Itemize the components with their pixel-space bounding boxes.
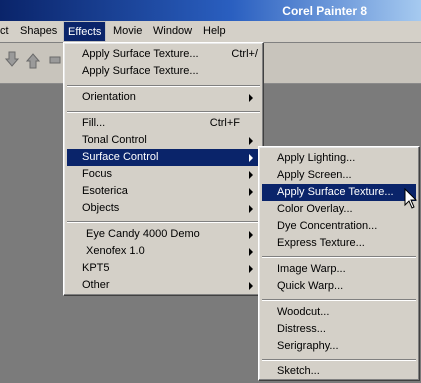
submenu-arrow-icon [249, 188, 253, 196]
surface-express-texture[interactable]: Express Texture... [262, 235, 416, 252]
surface-serigraphy[interactable]: Serigraphy... [262, 338, 416, 355]
mouse-pointer-icon [404, 188, 418, 209]
effects-orientation[interactable]: Orientation [67, 89, 260, 106]
surface-distress[interactable]: Distress... [262, 321, 416, 338]
submenu-arrow-icon [249, 154, 253, 162]
submenu-arrow-icon [249, 248, 253, 256]
window-title: Corel Painter 8 [282, 4, 367, 18]
menu-separator [262, 359, 416, 361]
menu-item-label: Fill... [82, 117, 106, 129]
menu-item-label: Tonal Control [82, 134, 147, 146]
submenu-arrow-icon [249, 265, 253, 273]
menu-item-label: Xenofex 1.0 [86, 245, 145, 257]
effects-tonal-control[interactable]: Tonal Control [67, 132, 260, 149]
menu-item-label: Serigraphy... [277, 340, 339, 352]
surface-dye-concentration[interactable]: Dye Concentration... [262, 218, 416, 235]
menu-item-label: Esoterica [82, 185, 128, 197]
menu-item-shortcut: Ctrl+F [209, 117, 240, 129]
surface-apply-surface-texture[interactable]: Apply Surface Texture... [262, 184, 416, 201]
submenu-arrow-icon [249, 282, 253, 290]
menu-item-label: Objects [82, 202, 120, 214]
menu-item-label: Apply Screen... [277, 169, 352, 181]
menu-item-label: Apply Surface Texture... [277, 186, 394, 198]
menu-effects[interactable]: Effects [63, 21, 107, 42]
submenu-arrow-icon [249, 205, 253, 213]
menu-item-label: Apply Surface Texture... [82, 65, 199, 77]
menu-item-label: Eye Candy 4000 Demo [86, 228, 200, 240]
stamp-up-icon[interactable] [25, 51, 41, 69]
menu-item-label: Color Overlay... [277, 203, 353, 215]
menu-bar: ct Shapes Effects Movie Window Help [0, 21, 421, 43]
surface-control-submenu: Apply Lighting... Apply Screen... Apply … [258, 146, 420, 381]
menu-shapes[interactable]: Shapes [16, 21, 61, 42]
menu-item-label: KPT5 [82, 262, 110, 274]
menu-item-shortcut: Ctrl+/ [231, 48, 258, 60]
tool-partial-icon[interactable] [48, 51, 62, 69]
effects-other[interactable]: Other [67, 277, 260, 294]
menu-separator [67, 85, 260, 87]
effects-objects[interactable]: Objects [67, 200, 260, 217]
effects-surface-control[interactable]: Surface Control [67, 149, 260, 166]
effects-kpt5[interactable]: KPT5 [67, 260, 260, 277]
menu-item-label: Quick Warp... [277, 280, 344, 292]
menu-item-label: Apply Lighting... [277, 152, 356, 164]
surface-color-overlay[interactable]: Color Overlay... [262, 201, 416, 218]
effects-eye-candy[interactable]: Eye Candy 4000 Demo [67, 226, 260, 243]
menu-separator [67, 111, 260, 113]
effects-esoterica[interactable]: Esoterica [67, 183, 260, 200]
submenu-arrow-icon [249, 94, 253, 102]
menu-item-label: Woodcut... [277, 306, 330, 318]
menu-movie[interactable]: Movie [109, 21, 146, 42]
surface-apply-lighting[interactable]: Apply Lighting... [262, 150, 416, 167]
menu-separator [67, 221, 260, 223]
effects-focus[interactable]: Focus [67, 166, 260, 183]
submenu-arrow-icon [249, 171, 253, 179]
effects-xenofex[interactable]: Xenofex 1.0 [67, 243, 260, 260]
effects-apply-surface-texture[interactable]: Apply Surface Texture... [67, 63, 260, 80]
menu-item-label: Focus [82, 168, 112, 180]
menu-item-label: Orientation [82, 91, 136, 103]
effects-apply-surface-texture-repeat[interactable]: Apply Surface Texture... Ctrl+/ [67, 46, 260, 63]
submenu-arrow-icon [249, 137, 253, 145]
menu-item-label: Surface Control [82, 151, 159, 163]
menu-help[interactable]: Help [199, 21, 230, 42]
menu-item-label: Other [82, 279, 110, 291]
menu-item-label: Image Warp... [277, 263, 346, 275]
menu-window[interactable]: Window [149, 21, 196, 42]
submenu-arrow-icon [249, 231, 253, 239]
menu-item-label: Sketch... [277, 365, 320, 377]
surface-image-warp[interactable]: Image Warp... [262, 261, 416, 278]
menu-select[interactable]: ct [0, 21, 13, 42]
effects-fill[interactable]: Fill... Ctrl+F [67, 115, 260, 132]
menu-item-label: Express Texture... [277, 237, 365, 249]
title-bar: Corel Painter 8 [0, 0, 421, 21]
surface-sketch[interactable]: Sketch... [262, 363, 416, 380]
menu-separator [262, 256, 416, 258]
surface-apply-screen[interactable]: Apply Screen... [262, 167, 416, 184]
menu-item-label: Dye Concentration... [277, 220, 378, 232]
menu-item-label: Apply Surface Texture... [82, 48, 199, 60]
surface-quick-warp[interactable]: Quick Warp... [262, 278, 416, 295]
surface-woodcut[interactable]: Woodcut... [262, 304, 416, 321]
stamp-down-icon[interactable] [4, 51, 20, 69]
effects-menu: Apply Surface Texture... Ctrl+/ Apply Su… [63, 42, 264, 296]
menu-separator [262, 299, 416, 301]
menu-item-label: Distress... [277, 323, 326, 335]
